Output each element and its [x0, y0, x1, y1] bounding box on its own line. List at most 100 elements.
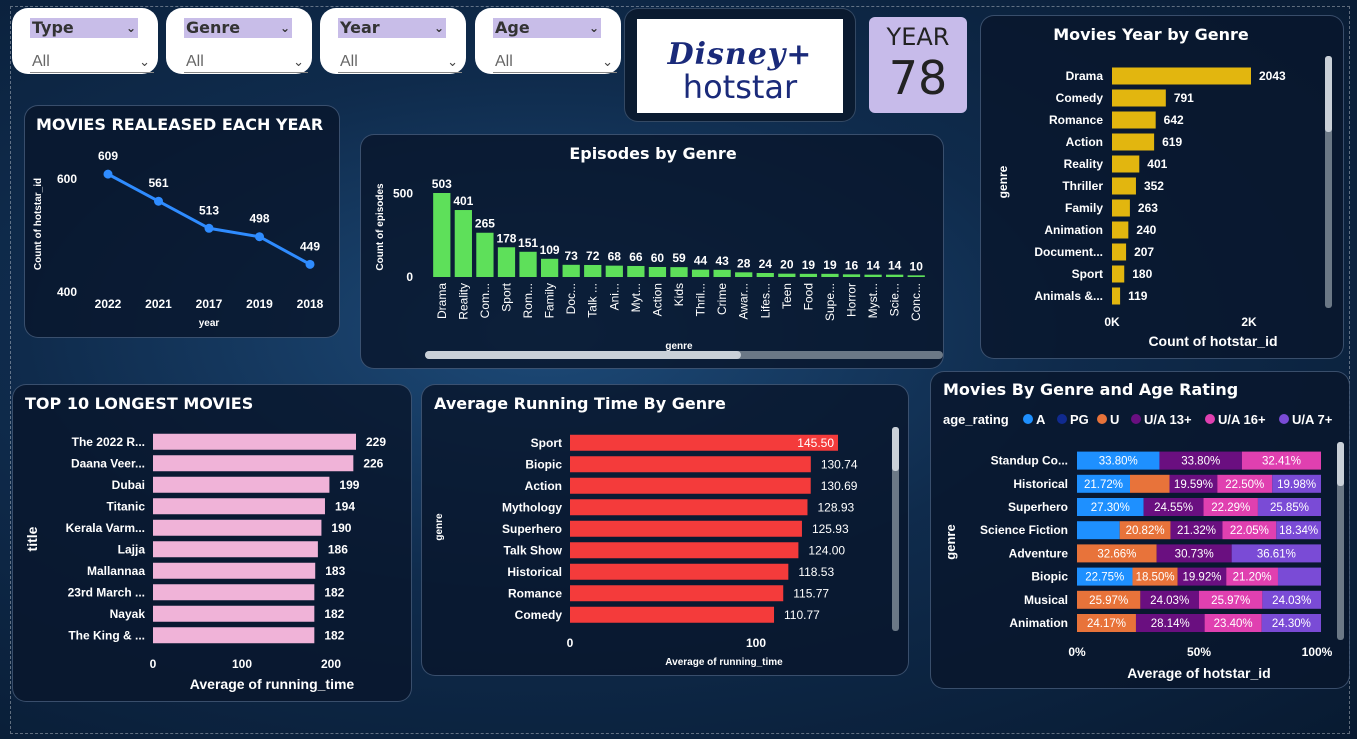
x-axis-label: year [199, 318, 220, 329]
data-label: 22.50% [1225, 479, 1264, 491]
kpi-label: YEAR [886, 23, 950, 51]
bar [1112, 177, 1136, 195]
data-label: 110.77 [784, 608, 820, 622]
x-tick-label: Supe... [823, 283, 837, 321]
x-tick-label: Lifes... [758, 283, 772, 318]
data-label: 19 [802, 258, 816, 272]
chevron-down-icon: ⌄ [588, 21, 599, 35]
data-label: 619 [1162, 135, 1182, 149]
age-slicer-dropdown[interactable]: All ⌄ [493, 52, 617, 73]
type-slicer-header[interactable]: Type ⌄ [30, 18, 138, 38]
data-label: 30.73% [1175, 548, 1214, 560]
x-tick-label: 2018 [297, 297, 324, 311]
type-slicer-dropdown[interactable]: All ⌄ [30, 52, 154, 73]
data-label: 20 [780, 258, 794, 272]
data-label: 128.93 [817, 500, 854, 514]
data-label: 561 [148, 176, 168, 190]
x-tick-label: 50% [1187, 645, 1211, 659]
genre-slicer-header[interactable]: Genre ⌄ [184, 18, 292, 38]
age-slicer[interactable]: Age ⌄ All ⌄ [475, 8, 621, 74]
y-tick-label: Standup Co... [991, 454, 1068, 468]
bar [497, 247, 516, 277]
x-tick-label: 2022 [95, 297, 122, 311]
y-tick-label: Daana Veer... [71, 456, 145, 470]
x-tick-label: Thril... [694, 283, 708, 316]
x-tick-label: Food [801, 283, 815, 310]
data-label: 21.72% [1084, 479, 1123, 491]
data-label: 25.97% [1211, 595, 1250, 607]
y-tick-label: Biopic [525, 457, 562, 471]
legend-item: A [1036, 412, 1046, 427]
scrollbar-thumb[interactable] [1325, 56, 1332, 132]
age-slicer-header[interactable]: Age ⌄ [493, 18, 601, 38]
genre-slicer-dropdown[interactable]: All ⌄ [184, 52, 308, 73]
data-label: 178 [496, 231, 516, 245]
data-point [103, 169, 113, 179]
movies-year-by-genre-panel: Movies Year by Genre genre Drama 2043 Comed… [980, 15, 1344, 359]
data-label: 28.14% [1151, 618, 1190, 630]
bar [670, 267, 688, 277]
data-label: 24 [759, 257, 773, 271]
y-axis-label: genre [943, 524, 958, 559]
scrollbar-thumb[interactable] [892, 427, 899, 471]
year-slicer-dropdown[interactable]: All ⌄ [338, 52, 462, 73]
bar [540, 258, 559, 277]
bar [713, 269, 731, 277]
bar [1112, 199, 1130, 217]
y-tick-label: 600 [57, 172, 77, 186]
bar [153, 476, 330, 493]
y-tick-label: Superhero [502, 522, 562, 536]
y-tick-label: Animation [1044, 223, 1103, 237]
data-label: 36.61% [1257, 548, 1296, 560]
data-label: 130.69 [821, 479, 858, 493]
bar [570, 606, 775, 623]
series-line [107, 172, 311, 266]
data-label: 33.80% [1181, 456, 1220, 468]
genre-slicer[interactable]: Genre ⌄ All ⌄ [166, 8, 312, 74]
year-slicer-header[interactable]: Year ⌄ [338, 18, 446, 38]
x-tick-label: Conc... [909, 283, 923, 321]
x-tick-label: 2021 [145, 297, 172, 311]
y-tick-label: Romance [508, 586, 562, 600]
data-label: 24.30% [1272, 618, 1311, 630]
y-tick-label: Thriller [1062, 179, 1103, 193]
scrollbar-thumb[interactable] [425, 351, 741, 359]
bar [570, 456, 811, 473]
bar [605, 265, 623, 277]
bar [570, 563, 789, 580]
legend-marker [1023, 414, 1033, 424]
year-kpi-card: YEAR 78 [869, 17, 967, 113]
x-tick-label: Kids [672, 283, 686, 306]
bar [799, 273, 818, 277]
x-tick-label: Reality [456, 283, 470, 320]
data-label: 23.40% [1214, 618, 1253, 630]
data-label: 25.85% [1270, 502, 1309, 514]
x-tick-label: 0 [567, 636, 574, 650]
chevron-down-icon: ⌄ [602, 54, 613, 69]
bar [907, 275, 925, 277]
data-point [204, 223, 214, 233]
year-slicer[interactable]: Year ⌄ All ⌄ [320, 8, 466, 74]
data-label: 194 [335, 499, 355, 513]
data-label: 609 [98, 149, 118, 163]
bar [584, 264, 602, 277]
x-tick-label: Action [650, 283, 664, 316]
genre-slicer-label: Genre [186, 18, 241, 37]
scrollbar-thumb[interactable] [1337, 442, 1344, 486]
y-tick-label: Action [525, 479, 562, 493]
bar [570, 499, 808, 516]
data-label: 28 [737, 256, 751, 270]
x-tick-label: Sport [499, 282, 513, 311]
x-tick-label: Awar... [737, 283, 751, 319]
logo-disney-text: Disney+ [667, 37, 813, 72]
y-tick-label: Mythology [502, 500, 562, 514]
legend-item: U/A 16+ [1218, 412, 1266, 427]
legend-item: U/A 13+ [1144, 412, 1192, 427]
bar [1112, 243, 1127, 261]
y-tick-label: Talk Show [504, 543, 563, 557]
chevron-down-icon: ⌄ [447, 54, 458, 69]
x-tick-label: Ani... [607, 283, 621, 310]
x-tick-label: Scie... [888, 283, 902, 316]
y-axis-label: genre [434, 513, 445, 541]
type-slicer[interactable]: Type ⌄ All ⌄ [12, 8, 158, 74]
